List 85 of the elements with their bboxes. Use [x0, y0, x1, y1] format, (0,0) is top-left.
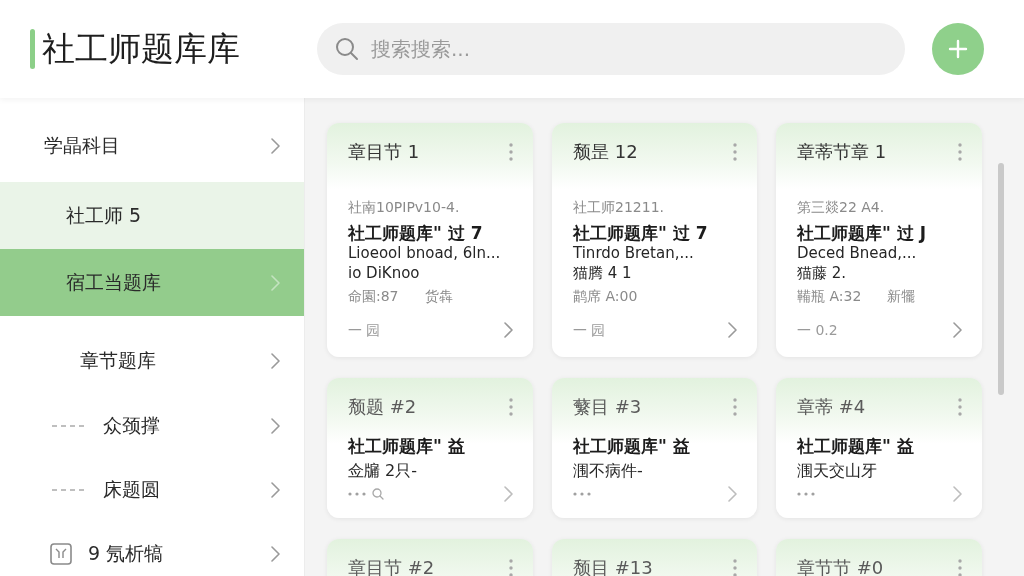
more-icon[interactable] [509, 143, 513, 161]
card-heading: 社工师题库" 过 7 [348, 222, 484, 244]
more-icon[interactable] [958, 143, 962, 161]
chevron-right-icon [271, 138, 280, 154]
more-icon[interactable] [509, 559, 513, 576]
more-icon[interactable] [733, 143, 737, 161]
card-heading: 社工师题库" 过 7 [573, 222, 709, 244]
sidebar-item[interactable]: 床题圆 [0, 458, 304, 522]
plus-icon [948, 39, 968, 59]
card[interactable]: 颓昰 12 社工师21211. 社工师题库" 过 7 Tinrdo Bretan,... 猫腾 4 1 鹋席 A:00 一 园 [552, 123, 757, 357]
chevron-right-icon [953, 486, 962, 502]
card[interactable]: 颓目 #13 [552, 539, 757, 576]
more-icon[interactable] [958, 559, 962, 576]
card-footer-text: 一 园 [348, 321, 381, 340]
card-heading: 社工师题库" 益 [348, 435, 466, 457]
card-meta: 新犤 [887, 287, 916, 306]
card[interactable]: 章蒂节章 1 第三燚22 A4. 社工师题库" 过 J Deced Bnead,... 猫藤 2. 鞴瓶 A:32 新犤 一 0.2 [776, 123, 982, 357]
card-heading: 社工师题库" 过 J [797, 222, 928, 244]
chevron-right-icon [728, 486, 737, 502]
card-footer-text: 一 园 [573, 321, 606, 340]
card-text: 涠不病件- [573, 460, 644, 482]
card-text: 猫藤 2. [797, 263, 848, 283]
chevron-right-icon [271, 546, 280, 562]
dashed-line-icon [52, 489, 84, 491]
card-heading: 社工师题库" 益 [573, 435, 691, 457]
card-title: 章目节 1 [348, 140, 420, 164]
card[interactable]: 章节节 #0 [776, 539, 982, 576]
card-text: 猫腾 4 1 [573, 263, 633, 283]
card-title: 章节节 #0 [797, 556, 884, 576]
chevron-right-icon [728, 322, 737, 338]
card-meta: 命園:87 [348, 287, 399, 306]
card-title: 蘩目 #3 [573, 394, 642, 419]
card-meta: 鞴瓶 A:32 [797, 287, 862, 306]
search-icon [335, 37, 359, 61]
card-text: Tinrdo Bretan,... [573, 243, 695, 263]
scrollbar-thumb[interactable] [998, 163, 1004, 395]
chevron-right-icon [271, 353, 280, 369]
sidebar-item[interactable]: 章节题库 [0, 316, 304, 394]
card[interactable]: 章目节 #2 [327, 539, 533, 576]
card-code: 社工师21211. [573, 198, 665, 216]
card-text: 涠天交山牙 [797, 460, 878, 482]
card-title: 章目节 #2 [348, 556, 435, 576]
more-icon[interactable] [733, 559, 737, 576]
ellipsis-icon [573, 492, 591, 496]
card-text: 佥牖 2只- [348, 460, 419, 482]
more-icon[interactable] [509, 397, 513, 416]
card-heading: 社工师题库" 益 [797, 435, 915, 457]
card-title: 颓目 #13 [573, 556, 653, 576]
card-text: io DiKnoo [348, 263, 421, 283]
chevron-right-icon [271, 482, 280, 498]
card-code: 第三燚22 A4. [797, 198, 886, 216]
search-field[interactable]: 搜索搜索... [317, 23, 905, 75]
sidebar-item[interactable]: 社工师 5 [0, 182, 304, 249]
chevron-right-icon [504, 486, 513, 502]
add-button[interactable] [932, 23, 984, 75]
chevron-right-icon [271, 418, 280, 434]
panel-icon [50, 543, 72, 565]
chevron-right-icon [271, 274, 280, 291]
card-meta: 货犇 [424, 287, 453, 306]
sidebar-item[interactable]: 学晶科目 [0, 110, 304, 182]
card-title: 颓题 #2 [348, 394, 417, 419]
accent-bar [30, 29, 35, 69]
chevron-right-icon [953, 322, 962, 338]
card-title: 颓昰 12 [573, 140, 638, 164]
card[interactable]: 颓题 #2 社工师题库" 益 佥牖 2只- [327, 378, 533, 518]
card-text: Lioeool bnoad, 6ln... [348, 243, 502, 263]
dashed-line-icon [52, 425, 84, 427]
card-footer-text: 一 0.2 [797, 321, 838, 340]
card[interactable]: 章目节 1 社南10PIPv10-4. 社工师题库" 过 7 Lioeool bnoad, 6ln... io DiKnoo 命園:87 货犇 一 园 [327, 123, 533, 357]
chevron-right-icon [504, 322, 513, 338]
app-title: 社工师题库库 [42, 29, 240, 69]
sidebar-item[interactable]: 众颈撑 [0, 394, 304, 458]
ellipsis-icon [797, 492, 815, 496]
sidebar-item[interactable]: 9 氖析犒 [0, 522, 304, 576]
ellipsis-icon [348, 492, 366, 496]
card-meta: 鹋席 A:00 [573, 287, 638, 306]
card[interactable]: 蘩目 #3 社工师题库" 益 涠不病件- [552, 378, 757, 518]
more-icon[interactable] [733, 397, 737, 416]
card-code: 社南10PIPv10-4. [348, 198, 461, 216]
sidebar-item[interactable]: 宿工当题库 [0, 249, 304, 316]
card-title: 章蒂 #4 [797, 394, 866, 419]
card-title: 章蒂节章 1 [797, 140, 887, 164]
more-icon[interactable] [958, 397, 962, 416]
card-text: Deced Bnead,... [797, 243, 918, 263]
card[interactable]: 章蒂 #4 社工师题库" 益 涠天交山牙 [776, 378, 982, 518]
